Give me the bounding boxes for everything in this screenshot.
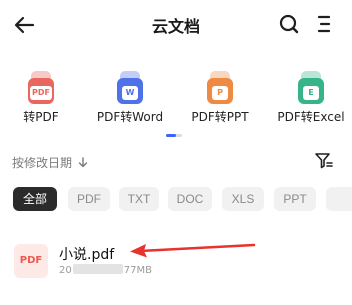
file-type-chips: 全部 PDF TXT DOC XLS PPT — [0, 187, 352, 211]
chip-doc[interactable]: DOC — [168, 187, 212, 211]
file-meta: 20 77MB — [59, 264, 152, 276]
annotation-arrow-icon — [130, 243, 256, 258]
tool-label: PDF转PPT — [191, 110, 249, 124]
sort-down-arrow-icon — [78, 157, 88, 168]
tool-pdf-to-excel[interactable]: E PDF转Excel — [263, 68, 352, 126]
sort-by-date-button[interactable]: 按修改日期 — [12, 154, 88, 171]
convert-tools-row: PDF 转PDF W PDF转Word P PDF转PPT E PDF转Exce… — [0, 68, 352, 126]
file-name: 小说.pdf — [59, 247, 115, 263]
chip-all[interactable]: 全部 — [13, 187, 57, 211]
chip-ppt[interactable]: PPT — [274, 187, 316, 211]
chip-pdf[interactable]: PDF — [68, 187, 110, 211]
chip-txt[interactable]: TXT — [119, 187, 159, 211]
pdf-file-icon-text: PDF — [19, 255, 43, 266]
tool-label: PDF转Word — [96, 110, 164, 124]
ppt-icon: P — [206, 71, 234, 104]
tool-to-pdf[interactable]: PDF 转PDF — [0, 68, 89, 126]
tool-label: PDF转Excel — [277, 110, 345, 124]
page-indicator-active — [166, 134, 176, 137]
excel-icon: E — [297, 71, 325, 104]
top-bar: 云文档 — [0, 0, 352, 48]
search-icon[interactable] — [277, 12, 301, 36]
sort-label: 按修改日期 — [12, 156, 73, 170]
page-indicator — [166, 134, 182, 137]
to-pdf-icon: PDF — [27, 71, 55, 104]
tool-pdf-to-ppt[interactable]: P PDF转PPT — [172, 68, 268, 126]
chip-xls[interactable]: XLS — [222, 187, 264, 211]
pdf-file-icon: PDF — [14, 244, 48, 278]
more-menu-icon[interactable] — [316, 14, 332, 34]
redacted-date — [72, 264, 123, 274]
word-icon: W — [116, 71, 144, 104]
tool-pdf-to-word[interactable]: W PDF转Word — [82, 68, 178, 126]
filter-icon[interactable] — [314, 152, 334, 170]
file-size: 77MB — [123, 265, 152, 276]
chip-more[interactable] — [326, 187, 352, 211]
tool-label: 转PDF — [23, 110, 59, 124]
file-date-prefix: 20 — [59, 265, 72, 276]
